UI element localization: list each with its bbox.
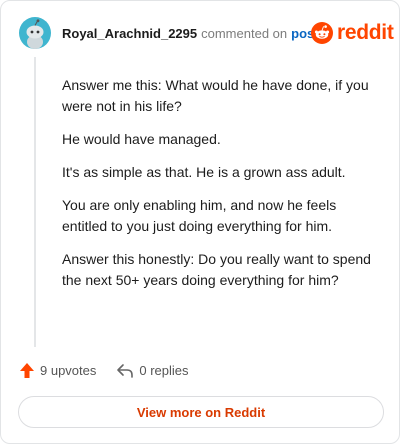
replies-button[interactable]: 0 replies	[116, 363, 189, 379]
thread-line[interactable]	[34, 57, 36, 347]
comment-actions: 9 upvotes 0 replies	[19, 362, 189, 379]
upvote-count: 9 upvotes	[40, 363, 97, 378]
reddit-logo-icon	[311, 22, 333, 44]
view-more-button[interactable]: View more on Reddit	[18, 396, 384, 428]
commented-on-text: commented on	[201, 26, 288, 41]
comment-body: Answer me this: What would he have done,…	[62, 75, 378, 303]
comment-paragraph: You are only enabling him, and now he fe…	[62, 197, 337, 234]
reddit-logo[interactable]: reddit	[311, 21, 394, 45]
comment-paragraph: It's as simple as that. He is a grown as…	[62, 164, 346, 180]
comment-paragraph: He would have managed.	[62, 131, 221, 147]
author-name[interactable]: Royal_Arachnid_2295	[62, 26, 197, 41]
reply-count: 0 replies	[139, 363, 189, 378]
comment-paragraph: Answer me this: What would he have done,…	[62, 77, 369, 114]
upvote-arrow-icon	[20, 363, 34, 378]
avatar[interactable]	[19, 17, 51, 49]
upvote-button[interactable]: 9 upvotes	[19, 362, 96, 379]
comment-paragraph: Answer this honestly: Do you really want…	[62, 251, 371, 288]
avatar-icon	[19, 17, 51, 49]
reddit-wordmark: reddit	[337, 21, 394, 44]
comment-header: Royal_Arachnid_2295 commented on post	[62, 26, 319, 42]
reply-arrow-icon	[117, 363, 134, 378]
comment-card: Royal_Arachnid_2295 commented on post redd…	[0, 0, 400, 444]
